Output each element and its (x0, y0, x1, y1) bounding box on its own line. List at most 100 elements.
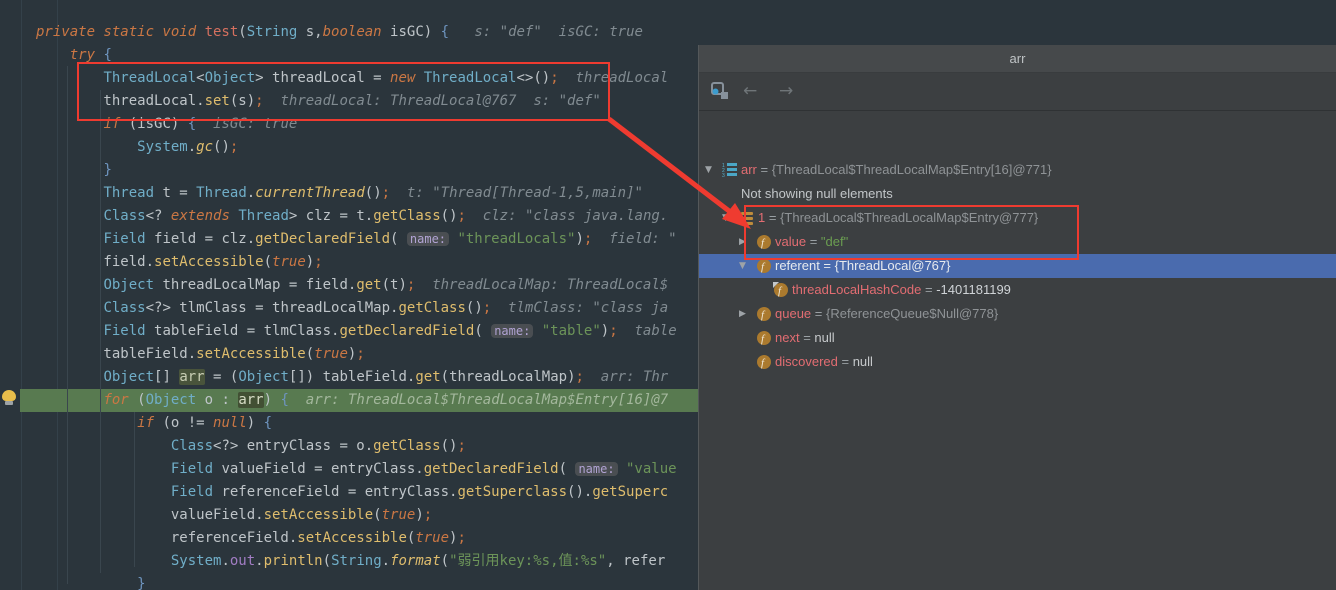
code-token: { (441, 24, 449, 40)
code-token: Object (103, 277, 154, 293)
code-token: ( (474, 323, 491, 339)
code-line[interactable]: } (36, 573, 677, 590)
field-icon: f (756, 258, 772, 274)
code-token: System (137, 139, 188, 155)
tree-row-referent[interactable]: ▼freferent = {ThreadLocal@767} (699, 254, 1336, 278)
code-line[interactable]: Class<? extends Thread> clz = t.getClass… (36, 205, 677, 228)
code-token: get (356, 277, 381, 293)
tree-message-row[interactable]: Not showing null elements (699, 182, 1336, 206)
code-line[interactable]: Field tableField = tlmClass.getDeclaredF… (36, 320, 677, 343)
code-token: Object (103, 369, 154, 385)
code-line[interactable]: Object[] arr = (Object[]) tableField.get… (36, 366, 677, 389)
code-token: { (264, 415, 272, 431)
forward-arrow-icon[interactable]: → (779, 82, 793, 100)
code-token: field: " (592, 231, 676, 247)
field-icon: f (756, 234, 772, 250)
code-token: Class (103, 208, 145, 224)
code-token: extends (171, 208, 238, 224)
code-line[interactable]: } (36, 159, 677, 182)
code-token: ; (356, 346, 364, 362)
code-token: ; (609, 323, 617, 339)
code-line[interactable]: if (isGC) { isGC: true (36, 113, 677, 136)
code-token: Object (146, 392, 197, 408)
code-line[interactable]: tableField.setAccessible(true); (36, 343, 677, 366)
code-token: "弱引用key:%s,值:%s" (449, 553, 606, 569)
code-token (36, 484, 171, 500)
code-line[interactable]: Object threadLocalMap = field.get(t); th… (36, 274, 677, 297)
code-token: isGC (382, 24, 424, 40)
code-token: Field (171, 484, 213, 500)
field-icon: f (756, 306, 772, 322)
code-token: true (382, 507, 416, 523)
code-token: referenceField = entryClass. (213, 484, 457, 500)
code-token: ; (255, 93, 263, 109)
code-line[interactable]: Class<?> tlmClass = threadLocalMap.getCl… (36, 297, 677, 320)
parameter-hint-chip: name: (491, 324, 533, 338)
chevron-down-icon[interactable]: ▼ (722, 213, 729, 223)
code-token: boolean (323, 24, 382, 40)
code-token (36, 116, 103, 132)
code-line[interactable]: private static void test(String s,boolea… (36, 21, 677, 44)
intention-bulb-icon[interactable] (2, 390, 16, 401)
tree-row-1[interactable]: ▼1 = {ThreadLocal$ThreadLocalMap$Entry@7… (699, 206, 1336, 230)
code-token: < (196, 70, 204, 86)
code-line[interactable]: Field referenceField = entryClass.getSup… (36, 481, 677, 504)
code-line[interactable]: field.setAccessible(true); (36, 251, 677, 274)
code-token: = ( (205, 369, 239, 385)
popup-title[interactable]: arr (699, 45, 1336, 73)
field-icon: f (756, 330, 772, 346)
chevron-right-icon[interactable]: ▶ (739, 237, 746, 247)
code-token: setAccessible (154, 254, 264, 270)
code-token: if (103, 116, 128, 132)
code-line[interactable]: Class<?> entryClass = o.getClass(); (36, 435, 677, 458)
chevron-down-icon[interactable]: ▼ (739, 261, 746, 271)
code-line[interactable]: ThreadLocal<Object> threadLocal = new Th… (36, 67, 677, 90)
tree-row-queue[interactable]: ▶fqueue = {ReferenceQueue$Null@778} (699, 302, 1336, 326)
code-token: ) (415, 507, 423, 523)
code-token: table (618, 323, 677, 339)
code-line[interactable]: try { (36, 44, 677, 67)
code-token: ; (457, 530, 465, 546)
code-token: <?> tlmClass = threadLocalMap. (146, 300, 399, 316)
code-line[interactable]: Field field = clz.getDeclaredField( name… (36, 228, 677, 251)
chevron-down-icon[interactable]: ▼ (705, 165, 712, 175)
code-token: (). (567, 484, 592, 500)
code-token: new (390, 70, 424, 86)
code-token: arr (179, 369, 204, 385)
code-token: set (205, 93, 230, 109)
code-line[interactable]: System.gc(); (36, 136, 677, 159)
code-line[interactable]: Thread t = Thread.currentThread(); t: "T… (36, 182, 677, 205)
code-token (36, 208, 103, 224)
code-token (36, 185, 103, 201)
code-editor[interactable]: private static void test(String s,boolea… (0, 0, 699, 590)
code-line[interactable]: System.out.println(String.format("弱引用key… (36, 550, 677, 573)
code-line[interactable]: threadLocal.set(s); threadLocal: ThreadL… (36, 90, 677, 113)
code-line[interactable]: valueField.setAccessible(true); (36, 504, 677, 527)
code-token: ; (550, 70, 558, 86)
code-token: clz: "class java.lang. (466, 208, 668, 224)
code-token (36, 139, 137, 155)
code-line[interactable]: Field valueField = entryClass.getDeclare… (36, 458, 677, 481)
code-token: ; (382, 185, 390, 201)
code-token: getDeclaredField (339, 323, 474, 339)
tree-row-discovered[interactable]: fdiscovered = null (699, 350, 1336, 374)
inspect-icon[interactable] (711, 82, 729, 105)
tree-row-next[interactable]: fnext = null (699, 326, 1336, 350)
chevron-right-icon[interactable]: ▶ (739, 309, 746, 319)
code-token: threadLocal. (36, 93, 205, 109)
code-line[interactable]: for (Object o : arr) { arr: ThreadLocal$… (36, 389, 677, 412)
back-arrow-icon[interactable]: ← (743, 82, 757, 100)
code-token: ) (601, 323, 609, 339)
code-token: currentThread (255, 185, 365, 201)
parameter-hint-chip: name: (575, 462, 617, 476)
code-token: . (188, 139, 196, 155)
code-token: valueField = entryClass. (213, 461, 424, 477)
parameter-hint-chip: name: (407, 232, 449, 246)
tree-row-threadLocalHashCode[interactable]: fthreadLocalHashCode = -1401181199 (699, 278, 1336, 302)
tree-row-value[interactable]: ▶fvalue = "def" (699, 230, 1336, 254)
code-token (36, 392, 103, 408)
tree-row-arr[interactable]: ▼123arr = {ThreadLocal$ThreadLocalMap$En… (699, 158, 1336, 182)
code-token (36, 47, 70, 63)
code-line[interactable]: if (o != null) { (36, 412, 677, 435)
code-line[interactable]: referenceField.setAccessible(true); (36, 527, 677, 550)
